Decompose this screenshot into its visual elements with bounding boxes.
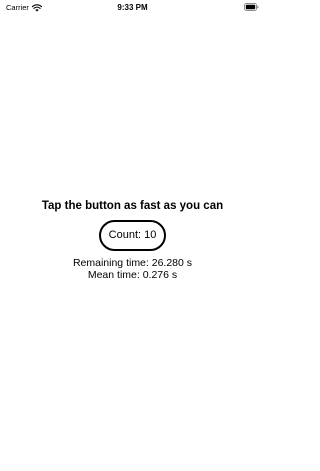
mean-time-text: Mean time: 0.276 s [87,269,178,281]
status-bar: Carrier 9:33 PM [0,0,265,14]
count-button[interactable]: Count: 10 [99,220,166,251]
status-time: 9:33 PM [117,3,148,12]
battery-icon [244,3,259,11]
stats-block: Remaining time: 26.280 s Mean time: 0.27… [0,257,265,281]
instruction-text: Tap the button as fast as you can [41,200,224,212]
main-content: Tap the button as fast as you can Count:… [0,199,265,281]
remaining-time-text: Remaining time: 26.280 s [72,257,193,269]
